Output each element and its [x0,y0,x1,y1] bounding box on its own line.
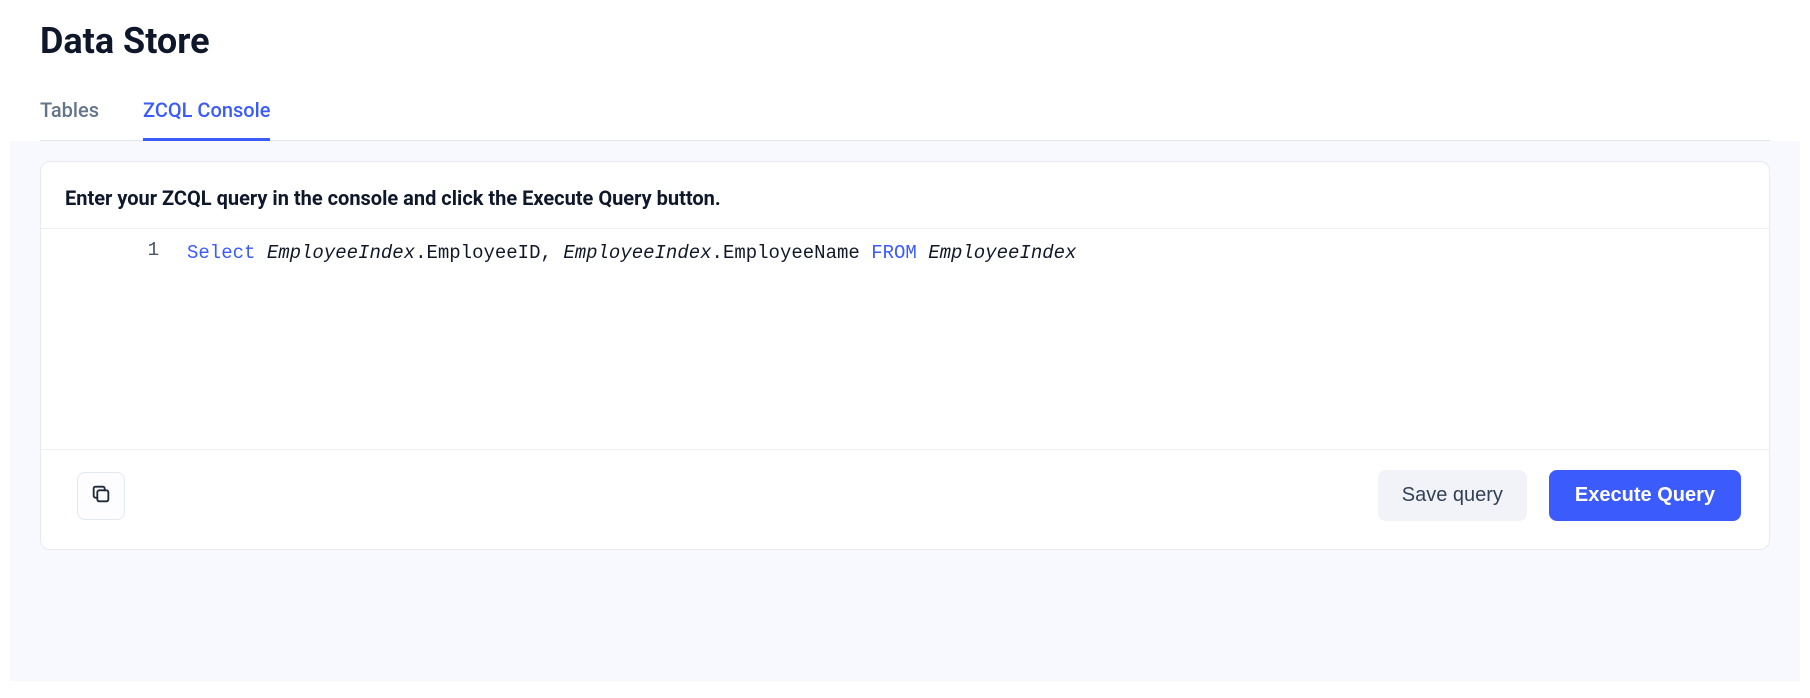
ident-table2: EmployeeIndex [563,242,711,264]
copy-button[interactable] [77,472,125,520]
execute-query-button[interactable]: Execute Query [1549,470,1741,521]
query-card: Enter your ZCQL query in the console and… [40,161,1770,550]
comma: , [541,242,552,264]
query-instruction: Enter your ZCQL query in the console and… [41,186,1769,228]
page-title: Data Store [40,20,1770,62]
keyword-from: FROM [871,242,917,264]
tab-zcql-console[interactable]: ZCQL Console [143,98,270,141]
copy-icon [90,483,112,508]
dot: . [415,242,426,264]
tab-tables[interactable]: Tables [40,98,99,141]
tab-bar: Tables ZCQL Console [40,98,1770,141]
footer-actions: Save query Execute Query [1378,470,1741,521]
ident-table3: EmployeeIndex [928,242,1076,264]
line-gutter: 1 [41,229,181,449]
ident-col2: EmployeeName [723,242,860,264]
save-query-button[interactable]: Save query [1378,470,1527,521]
code-text[interactable]: Select EmployeeIndex.EmployeeID, Employe… [181,229,1769,449]
card-footer: Save query Execute Query [41,449,1769,549]
dot: . [712,242,723,264]
code-editor[interactable]: 1 Select EmployeeIndex.EmployeeID, Emplo… [41,228,1769,449]
ident-col1: EmployeeID [426,242,540,264]
keyword-select: Select [187,242,255,264]
line-number: 1 [51,239,159,261]
content-area: Enter your ZCQL query in the console and… [10,141,1800,681]
ident-table1: EmployeeIndex [267,242,415,264]
